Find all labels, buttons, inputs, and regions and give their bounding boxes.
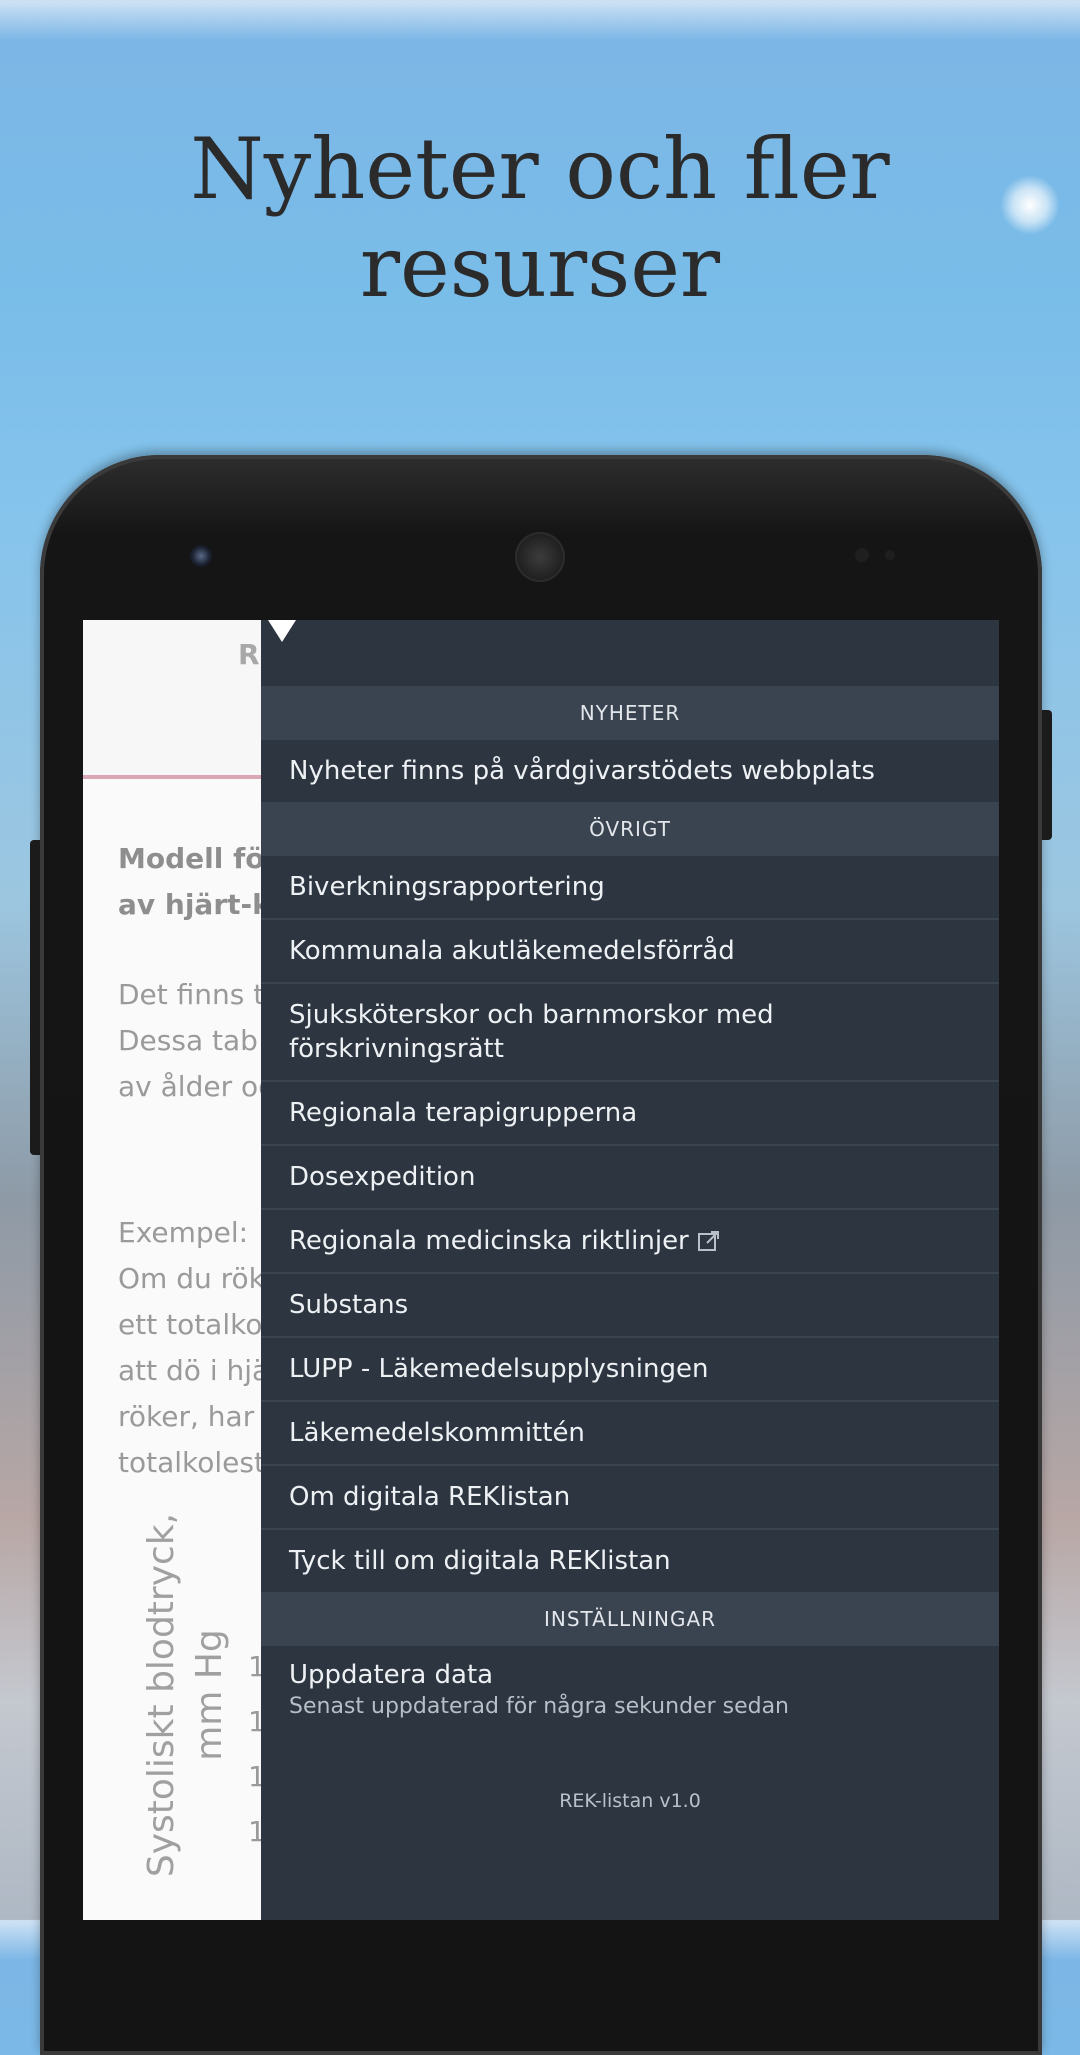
chart-axis-label: Systoliskt blodtryck, mm Hg: [138, 1470, 234, 1920]
front-camera-icon: [190, 545, 212, 567]
section-header-ovrigt: ÖVRIGT: [261, 802, 999, 856]
article-line: av ålder oc: [118, 1070, 274, 1103]
menu-item-label: Tyck till om digitala REKlistan: [289, 1546, 671, 1576]
menu-item-regionala-medicinska-riktlinjer[interactable]: Regionala medicinska riktlinjer: [261, 1210, 999, 1274]
promo-headline: Nyheter och fler resurser: [190, 120, 890, 316]
menu-item-dosexpedition[interactable]: Dosexpedition: [261, 1146, 999, 1210]
menu-item-label: Dosexpedition: [289, 1162, 476, 1192]
axis-label-line: Systoliskt blodtryck,: [141, 1512, 182, 1878]
sensor-icon: [885, 550, 895, 560]
menu-item-lakemedelskommitten[interactable]: Läkemedelskommittén: [261, 1402, 999, 1466]
update-data-title: Uppdatera data: [289, 1660, 494, 1690]
phone-screen: R Modell för av hjärt-ka Det finns t Des…: [83, 620, 999, 1920]
section-header-nyheter: NYHETER: [261, 686, 999, 740]
phone-volume-button: [30, 840, 40, 1155]
article-line: Dessa tab: [118, 1024, 258, 1057]
menu-item-label: Biverkningsrapportering: [289, 872, 605, 902]
axis-label-line: mm Hg: [189, 1629, 230, 1761]
menu-item-tyck-till[interactable]: Tyck till om digitala REKlistan: [261, 1530, 999, 1592]
drawer-top-bar: [261, 620, 999, 686]
menu-item-lupp[interactable]: LUPP - Läkemedelsupplysningen: [261, 1338, 999, 1402]
sensor-icon: [855, 548, 869, 562]
update-data-subtitle: Senast uppdaterad för några sekunder sed…: [289, 1694, 789, 1719]
example-label: Exempel:: [118, 1216, 249, 1249]
article-tab[interactable]: R: [238, 638, 260, 671]
article-line: ett totalkol: [118, 1308, 271, 1341]
menu-item-label: Om digitala REKlistan: [289, 1482, 571, 1512]
menu-item-label: Regionala medicinska riktlinjer: [289, 1226, 689, 1256]
dropdown-caret-icon: [268, 620, 296, 642]
article-paragraph: Det finns t Dessa tab av ålder oc: [118, 972, 274, 1110]
menu-item-label: Kommunala akutläkemedelsförråd: [289, 936, 735, 966]
menu-item-regionala-terapigrupperna[interactable]: Regionala terapigrupperna: [261, 1082, 999, 1146]
navigation-drawer: NYHETER Nyheter finns på vårdgivarstödet…: [261, 620, 999, 1920]
menu-item-label: Substans: [289, 1290, 409, 1320]
speaker-grille-icon: [515, 532, 565, 582]
article-line: röker, har: [118, 1400, 255, 1433]
menu-item-kommunala-akutlakemedelsforrad[interactable]: Kommunala akutläkemedelsförråd: [261, 920, 999, 984]
menu-item-label: Regionala terapigrupperna: [289, 1098, 638, 1128]
menu-item-nyheter-webbplats[interactable]: Nyheter finns på vårdgivarstödets webbpl…: [261, 740, 999, 802]
article-line: Om du rök: [118, 1262, 265, 1295]
phone-power-button: [1042, 710, 1052, 840]
article-paragraph: Exempel: Om du rök ett totalkol att dö i…: [118, 1210, 270, 1486]
menu-item-om-digitala-reklistan[interactable]: Om digitala REKlistan: [261, 1466, 999, 1530]
external-link-icon: [697, 1229, 721, 1253]
menu-item-label: Nyheter finns på vårdgivarstödets webbpl…: [289, 756, 875, 786]
menu-item-label: Läkemedelskommittén: [289, 1418, 585, 1448]
menu-item-biverkningsrapportering[interactable]: Biverkningsrapportering: [261, 856, 999, 920]
light-glow: [1000, 175, 1060, 235]
menu-item-sjukskoterskor[interactable]: Sjuksköterskor och barnmorskor med försk…: [261, 984, 999, 1082]
update-data-button[interactable]: Uppdatera data Senast uppdaterad för någ…: [261, 1646, 999, 1750]
section-header-installningar: INSTÄLLNINGAR: [261, 1592, 999, 1646]
menu-item-label: LUPP - Läkemedelsupplysningen: [289, 1354, 709, 1384]
menu-item-label: Sjuksköterskor och barnmorskor med försk…: [289, 1000, 774, 1064]
menu-item-substans[interactable]: Substans: [261, 1274, 999, 1338]
app-version: REK-listan v1.0: [559, 1790, 701, 1812]
article-line: Det finns t: [118, 978, 265, 1011]
article-line: att dö i hjä: [118, 1354, 270, 1387]
